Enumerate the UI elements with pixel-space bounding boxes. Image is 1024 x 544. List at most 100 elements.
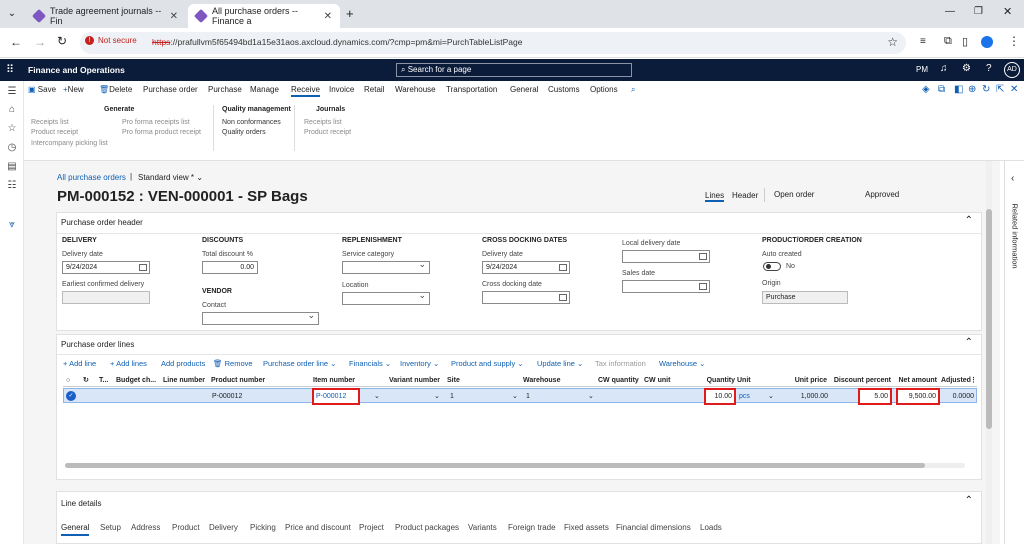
table-row[interactable]: ✓ P-000012 P-000012 ⌄ ⌄ 1 ⌄ 1 ⌄ 10.00 pc… bbox=[63, 388, 977, 405]
unit-dropdown-icon[interactable]: ⌄ bbox=[768, 389, 774, 404]
location-dropdown[interactable] bbox=[342, 290, 430, 305]
col-unit-price[interactable]: Unit price bbox=[779, 374, 827, 387]
calendar-icon[interactable] bbox=[699, 253, 707, 260]
collapse-chevron-icon[interactable]: ⌃ bbox=[965, 215, 973, 226]
col-cw-quantity[interactable]: CW quantity bbox=[598, 374, 644, 387]
new-tab-button[interactable]: + bbox=[346, 6, 354, 21]
tab-financial-dimensions[interactable]: Financial dimensions bbox=[616, 523, 691, 532]
item-dropdown-icon[interactable]: ⌄ bbox=[374, 389, 380, 404]
minimize-icon[interactable]: — bbox=[945, 6, 955, 17]
product-and-supply-menu[interactable]: Product and supply ⌄ bbox=[451, 359, 524, 368]
tab-delivery[interactable]: Delivery bbox=[209, 523, 238, 532]
refresh-icon[interactable]: ↻ bbox=[982, 84, 990, 95]
view-selector[interactable]: Standard view * ⌄ bbox=[138, 173, 203, 182]
tab-general[interactable]: General bbox=[61, 523, 90, 536]
menu-receive[interactable]: Receive bbox=[291, 85, 320, 97]
header-view-toggle[interactable]: Header bbox=[732, 191, 758, 200]
menu-purchase[interactable]: Purchase bbox=[208, 85, 242, 94]
scrollbar-thumb[interactable] bbox=[986, 209, 992, 429]
calendar-icon[interactable] bbox=[559, 294, 567, 301]
collapse-chevron-icon[interactable]: ⌃ bbox=[965, 495, 973, 506]
notification-bell-icon[interactable]: ♫ bbox=[940, 63, 948, 74]
auto-created-toggle[interactable] bbox=[763, 262, 781, 271]
site-cell[interactable]: 1 bbox=[450, 389, 490, 404]
menu-purchase-order[interactable]: Purchase order bbox=[143, 85, 198, 94]
col-warehouse[interactable]: Warehouse bbox=[523, 374, 595, 387]
product-receipt-button[interactable]: Product receipt bbox=[31, 129, 78, 136]
col-adjusted[interactable]: Adjusted... bbox=[941, 374, 971, 387]
tab-price-and-discount[interactable]: Price and discount bbox=[285, 523, 351, 532]
breadcrumb-link[interactable]: All purchase orders bbox=[57, 173, 126, 182]
browser-tab-purchase-orders[interactable]: All purchase orders -- Finance a ✕ bbox=[188, 4, 340, 28]
reload-icon[interactable]: ↻ bbox=[57, 34, 67, 48]
menu-options[interactable]: Options bbox=[590, 85, 618, 94]
list-toggle-icon[interactable] bbox=[6, 187, 18, 199]
tab-product[interactable]: Product bbox=[172, 523, 200, 532]
tab-fixed-assets[interactable]: Fixed assets bbox=[564, 523, 609, 532]
warehouse-menu[interactable]: Warehouse ⌄ bbox=[659, 359, 705, 368]
net-amount-cell[interactable]: 9,500.00 bbox=[896, 388, 940, 405]
update-line-menu[interactable]: Update line ⌄ bbox=[537, 359, 583, 368]
close-page-icon[interactable]: ✕ bbox=[1010, 84, 1018, 95]
row-selected-check-icon[interactable]: ✓ bbox=[66, 391, 76, 401]
expand-chevron-icon[interactable]: ‹ bbox=[1011, 173, 1014, 184]
col-net-amount[interactable]: Net amount bbox=[893, 374, 938, 387]
tab-list-button[interactable]: ⌄ bbox=[6, 8, 18, 20]
menu-customs[interactable]: Customs bbox=[548, 85, 580, 94]
user-avatar[interactable]: AD bbox=[1004, 62, 1020, 78]
site-dropdown-icon[interactable]: ⌄ bbox=[512, 389, 518, 404]
new-button[interactable]: +New bbox=[63, 85, 84, 94]
menu-invoice[interactable]: Invoice bbox=[329, 85, 354, 94]
workspaces-icon[interactable]: ▤ bbox=[6, 161, 18, 173]
column-options-icon[interactable]: ⋮ bbox=[970, 374, 976, 387]
col-line-number[interactable]: Line number bbox=[163, 374, 209, 387]
section-title[interactable]: Line details bbox=[61, 499, 101, 508]
add-lines-button[interactable]: + Add lines bbox=[110, 359, 147, 368]
intercompany-picking-list-button[interactable]: Intercompany picking list bbox=[31, 140, 108, 147]
menu-warehouse[interactable]: Warehouse bbox=[395, 85, 436, 94]
menu-transportation[interactable]: Transportation bbox=[446, 85, 497, 94]
related-information-panel[interactable]: ‹ Related information bbox=[1004, 161, 1024, 544]
menu-retail[interactable]: Retail bbox=[364, 85, 384, 94]
page-scrollbar[interactable] bbox=[986, 161, 992, 544]
action-search-icon[interactable]: ⌕ bbox=[631, 85, 635, 95]
col-product-number[interactable]: Product number bbox=[211, 374, 311, 387]
scrollbar-thumb[interactable] bbox=[65, 463, 925, 468]
purchase-order-line-menu[interactable]: Purchase order line ⌄ bbox=[263, 359, 336, 368]
favorites-star-icon[interactable]: ☆ bbox=[6, 123, 18, 135]
unit-cell[interactable]: pcs bbox=[739, 389, 759, 404]
recent-clock-icon[interactable]: ◷ bbox=[6, 142, 18, 154]
tab-loads[interactable]: Loads bbox=[700, 523, 722, 532]
receipts-list-button[interactable]: Receipts list bbox=[31, 119, 69, 126]
col-variant-number[interactable]: Variant number bbox=[389, 374, 443, 387]
help-icon[interactable]: ? bbox=[986, 63, 992, 74]
horizontal-scrollbar[interactable] bbox=[65, 463, 965, 468]
office-icon[interactable]: ◈ bbox=[922, 84, 930, 95]
item-number-cell[interactable]: P-000012 bbox=[312, 388, 360, 405]
sales-date-field[interactable] bbox=[622, 280, 710, 293]
journal-product-receipt-button[interactable]: Product receipt bbox=[304, 129, 351, 136]
tab-address[interactable]: Address bbox=[131, 523, 160, 532]
warehouse-dropdown-icon[interactable]: ⌄ bbox=[588, 389, 594, 404]
quantity-cell[interactable]: 10.00 bbox=[704, 388, 736, 405]
delete-button[interactable]: 🗑Delete bbox=[99, 85, 132, 94]
calendar-icon[interactable] bbox=[139, 264, 147, 271]
remove-button[interactable]: 🗑 Remove bbox=[213, 359, 253, 368]
tab-variants[interactable]: Variants bbox=[468, 523, 497, 532]
browser-tab-trade-agreement[interactable]: Trade agreement journals -- Fin ✕ bbox=[26, 4, 186, 28]
variant-dropdown-icon[interactable]: ⌄ bbox=[434, 389, 440, 404]
tab-setup[interactable]: Setup bbox=[100, 523, 121, 532]
crossdock-delivery-date-field[interactable]: 9/24/2024 bbox=[482, 261, 570, 274]
section-title[interactable]: Purchase order lines bbox=[61, 340, 134, 349]
attach-icon[interactable]: ⧉ bbox=[938, 84, 945, 95]
company-picker[interactable]: PM bbox=[916, 65, 928, 74]
col-site[interactable]: Site bbox=[447, 374, 519, 387]
forward-icon[interactable]: → bbox=[34, 35, 46, 49]
tax-information-button[interactable]: Tax information bbox=[595, 359, 646, 368]
lines-view-toggle[interactable]: Lines bbox=[705, 191, 725, 202]
media-icon[interactable]: ≡ bbox=[920, 36, 926, 47]
menu-manage[interactable]: Manage bbox=[250, 85, 279, 94]
collapse-chevron-icon[interactable]: ⌃ bbox=[965, 337, 973, 348]
tab-project[interactable]: Project bbox=[359, 523, 384, 532]
crossdock-date-field[interactable] bbox=[482, 291, 570, 304]
